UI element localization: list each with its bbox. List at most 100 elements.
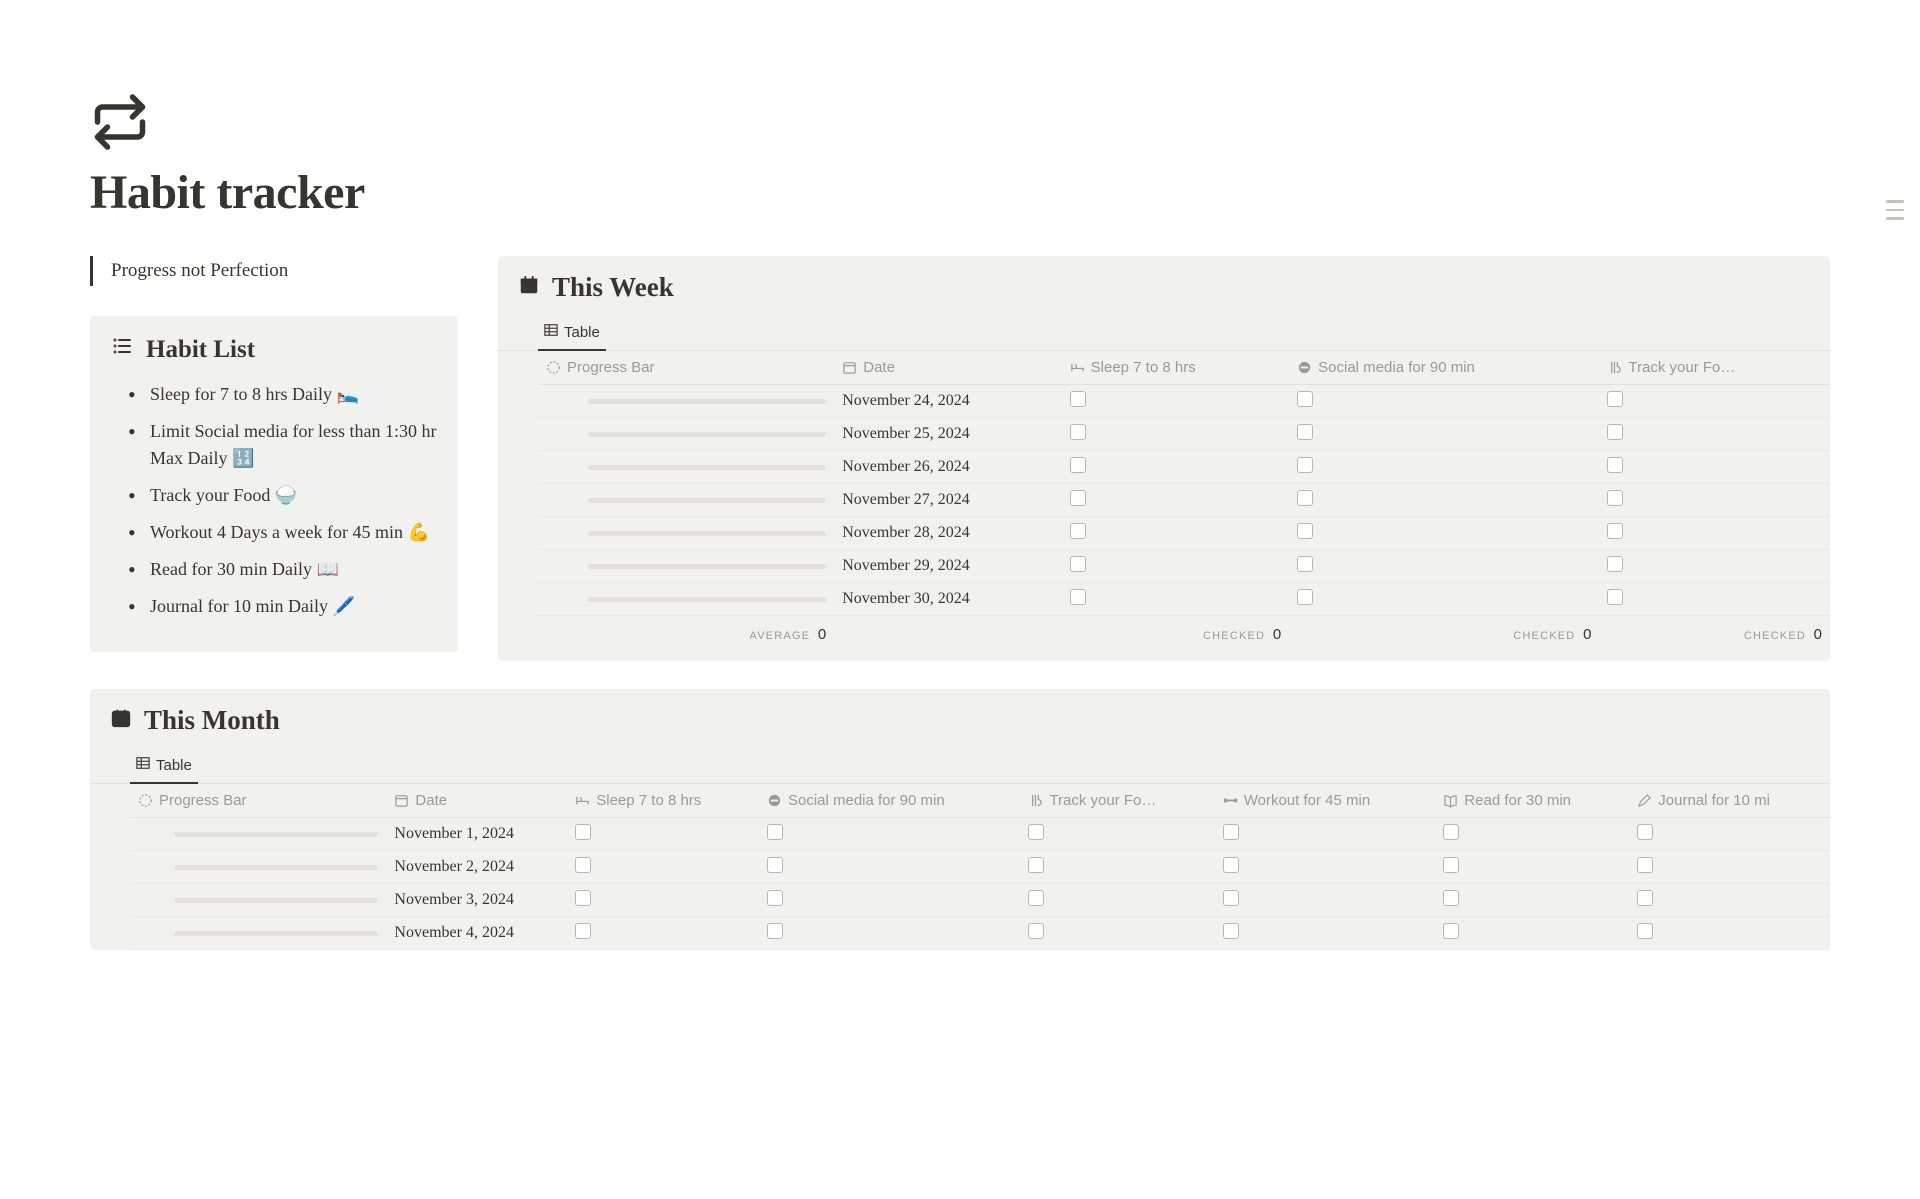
checked-label: CHECKED xyxy=(1513,630,1575,642)
bed-icon xyxy=(575,793,590,808)
checkbox[interactable] xyxy=(575,890,591,906)
date-cell: November 3, 2024 xyxy=(386,884,567,917)
col-social[interactable]: Social media for 90 min xyxy=(1318,359,1475,376)
table-row[interactable]: November 3, 2024 xyxy=(130,884,1830,917)
checkbox[interactable] xyxy=(1443,857,1459,873)
table-row[interactable]: November 24, 2024 xyxy=(538,385,1830,418)
habit-list-item[interactable]: Limit Social media for less than 1:30 hr… xyxy=(128,418,438,472)
progress-icon xyxy=(546,360,561,375)
checkbox[interactable] xyxy=(1070,589,1086,605)
col-journal[interactable]: Journal for 10 mi xyxy=(1658,792,1770,809)
checkbox[interactable] xyxy=(767,857,783,873)
table-icon xyxy=(544,323,558,341)
checkbox[interactable] xyxy=(1607,391,1623,407)
checkbox[interactable] xyxy=(575,824,591,840)
date-cell: November 28, 2024 xyxy=(834,517,1061,550)
checkbox[interactable] xyxy=(1607,424,1623,440)
table-row[interactable]: November 2, 2024 xyxy=(130,851,1830,884)
checkbox[interactable] xyxy=(1223,923,1239,939)
habit-list-item[interactable]: Journal for 10 min Daily 🖊️ xyxy=(128,593,438,620)
progress-bar xyxy=(588,399,826,404)
habit-list-item[interactable]: Track your Food 🍚 xyxy=(128,482,438,509)
checkbox[interactable] xyxy=(1070,457,1086,473)
checkbox[interactable] xyxy=(1070,556,1086,572)
checkbox[interactable] xyxy=(1637,890,1653,906)
col-read[interactable]: Read for 30 min xyxy=(1464,792,1571,809)
checkbox[interactable] xyxy=(1443,824,1459,840)
checkbox[interactable] xyxy=(1070,523,1086,539)
avg-label: AVERAGE xyxy=(750,630,811,642)
checkbox[interactable] xyxy=(1443,923,1459,939)
habit-list-item[interactable]: Read for 30 min Daily 📖 xyxy=(128,556,438,583)
table-icon xyxy=(136,756,150,774)
checkbox[interactable] xyxy=(1223,824,1239,840)
checkbox[interactable] xyxy=(1028,857,1044,873)
table-row[interactable]: November 27, 2024 xyxy=(538,484,1830,517)
food-icon xyxy=(1607,360,1622,375)
checkbox[interactable] xyxy=(1607,589,1623,605)
checkbox[interactable] xyxy=(1223,890,1239,906)
progress-bar xyxy=(174,865,378,870)
checkbox[interactable] xyxy=(1607,457,1623,473)
checkbox[interactable] xyxy=(1607,556,1623,572)
col-track[interactable]: Track your Fo… xyxy=(1049,792,1156,809)
checkbox[interactable] xyxy=(1070,391,1086,407)
col-sleep[interactable]: Sleep 7 to 8 hrs xyxy=(1091,359,1196,376)
checkbox[interactable] xyxy=(1607,523,1623,539)
checkbox[interactable] xyxy=(1028,923,1044,939)
table-row[interactable]: November 4, 2024 xyxy=(130,917,1830,950)
checkbox[interactable] xyxy=(575,857,591,873)
tab-table[interactable]: Table xyxy=(538,317,606,351)
col-workout[interactable]: Workout for 45 min xyxy=(1244,792,1370,809)
checkbox[interactable] xyxy=(1223,857,1239,873)
checkbox[interactable] xyxy=(1637,857,1653,873)
checkbox[interactable] xyxy=(1297,424,1313,440)
checkbox[interactable] xyxy=(1297,457,1313,473)
checkbox[interactable] xyxy=(767,890,783,906)
page-title[interactable]: Habit tracker xyxy=(90,165,1830,220)
checkbox[interactable] xyxy=(1297,523,1313,539)
col-progress[interactable]: Progress Bar xyxy=(567,359,655,376)
table-row[interactable]: November 1, 2024 xyxy=(130,818,1830,851)
checkbox[interactable] xyxy=(1028,824,1044,840)
table-row[interactable]: November 30, 2024 xyxy=(538,583,1830,616)
month-table: Progress Bar Date Sleep 7 to 8 hrs Socia… xyxy=(130,784,1830,950)
col-date[interactable]: Date xyxy=(863,359,895,376)
checkbox[interactable] xyxy=(1297,589,1313,605)
col-progress[interactable]: Progress Bar xyxy=(159,792,247,809)
date-cell: November 29, 2024 xyxy=(834,550,1061,583)
habit-list-item[interactable]: Sleep for 7 to 8 hrs Daily 🛌 xyxy=(128,381,438,408)
table-row[interactable]: November 29, 2024 xyxy=(538,550,1830,583)
habit-list: Sleep for 7 to 8 hrs Daily 🛌 Limit Socia… xyxy=(110,381,438,620)
checkbox[interactable] xyxy=(767,923,783,939)
table-row[interactable]: November 26, 2024 xyxy=(538,451,1830,484)
checkbox[interactable] xyxy=(1443,890,1459,906)
page-outline-toggle[interactable] xyxy=(1886,200,1904,220)
checkbox[interactable] xyxy=(575,923,591,939)
table-row[interactable]: November 28, 2024 xyxy=(538,517,1830,550)
this-month-panel: This Month Table Progress Bar Date Sleep… xyxy=(90,689,1830,950)
col-social[interactable]: Social media for 90 min xyxy=(788,792,945,809)
tab-table-month-label: Table xyxy=(156,757,192,774)
col-sleep[interactable]: Sleep 7 to 8 hrs xyxy=(596,792,701,809)
bed-icon xyxy=(1070,360,1085,375)
checkbox[interactable] xyxy=(1070,424,1086,440)
tab-table-month[interactable]: Table xyxy=(130,750,198,784)
checkbox[interactable] xyxy=(1637,824,1653,840)
col-date[interactable]: Date xyxy=(415,792,447,809)
quote-block[interactable]: Progress not Perfection xyxy=(90,256,458,286)
checkbox[interactable] xyxy=(767,824,783,840)
checkbox[interactable] xyxy=(1607,490,1623,506)
checkbox[interactable] xyxy=(1297,391,1313,407)
date-icon xyxy=(842,360,857,375)
habit-list-item[interactable]: Workout 4 Days a week for 45 min 💪 xyxy=(128,519,438,546)
progress-bar xyxy=(588,564,826,569)
checkbox[interactable] xyxy=(1637,923,1653,939)
checkbox[interactable] xyxy=(1028,890,1044,906)
col-track[interactable]: Track your Fo… xyxy=(1628,359,1735,376)
checkbox[interactable] xyxy=(1297,556,1313,572)
ban-icon xyxy=(1297,360,1312,375)
checkbox[interactable] xyxy=(1297,490,1313,506)
checkbox[interactable] xyxy=(1070,490,1086,506)
table-row[interactable]: November 25, 2024 xyxy=(538,418,1830,451)
